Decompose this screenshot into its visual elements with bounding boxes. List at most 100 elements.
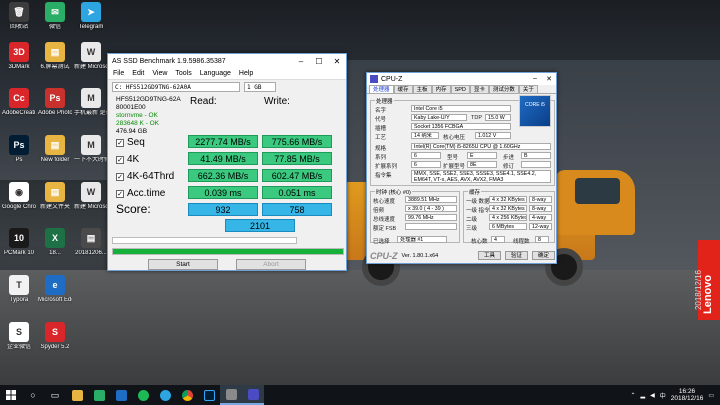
processor-select[interactable]: 处理器 #1	[397, 236, 447, 243]
desktop-icon[interactable]: M 手机最新 是否	[74, 88, 108, 117]
checkbox-4k[interactable]: ✓	[116, 155, 124, 164]
desktop-icon[interactable]: 10 PCMark 10	[2, 228, 36, 257]
desktop-icon[interactable]: S 企业微信	[2, 322, 36, 351]
input-method-icon[interactable]: 中	[660, 391, 666, 400]
windows-icon	[6, 390, 16, 400]
clock[interactable]: 16:26 2018/12/16	[671, 388, 704, 402]
menu-language[interactable]: Language	[200, 70, 231, 77]
label-threads: 线程数	[513, 239, 530, 245]
menu-edit[interactable]: Edit	[132, 70, 144, 77]
search-icon[interactable]: ○	[22, 385, 44, 405]
label-l3: 三级	[466, 226, 478, 232]
cpuz-footer: CPU-Z Ver. 1.80.1.x64 工具 验证 确定	[367, 247, 558, 264]
field-l2: 4 x 256 KBytes	[489, 214, 527, 221]
drive-select[interactable]: C: HFS512GD9TNG-62A0A	[112, 82, 240, 92]
tab-memory[interactable]: 内存	[431, 85, 451, 93]
tab-mainboard[interactable]: 主板	[412, 85, 432, 93]
start-button[interactable]: Start	[148, 259, 218, 270]
task-view-icon[interactable]: ▭	[44, 385, 66, 405]
label-socket: 插槽	[375, 126, 387, 132]
network-icon[interactable]: ▂	[641, 392, 646, 399]
taskbar-spotify[interactable]	[132, 385, 154, 405]
tab-processor[interactable]: 处理器	[369, 85, 394, 93]
taskbar-telegram[interactable]	[154, 385, 176, 405]
intel-core-i5-logo: CORE i5	[519, 95, 551, 127]
maximize-icon[interactable]: ☐	[310, 57, 328, 66]
status-bar	[112, 237, 297, 244]
taskbar-as-ssd[interactable]	[220, 385, 242, 405]
field-ext-model: 8E	[467, 161, 497, 168]
desktop-icon[interactable]: W 新建 Microsoft 2018...	[74, 182, 108, 211]
menu-file[interactable]: File	[113, 70, 124, 77]
menu-help[interactable]: Help	[239, 70, 253, 77]
app-icon: Ps	[45, 88, 65, 108]
desktop-icon[interactable]: S Spyder 5.2	[38, 322, 72, 351]
tab-about[interactable]: 关于	[518, 85, 538, 93]
validate-button[interactable]: 验证	[504, 251, 528, 260]
menu-tools[interactable]: Tools	[175, 70, 191, 77]
volume-icon[interactable]: ◀	[650, 392, 655, 399]
taskbar: ○ ▭ ⌃ ▂ ◀ 中 16:26 2018/12/16 ▭	[0, 385, 720, 405]
drive-firmware: 80001E00	[116, 104, 146, 111]
drive-driver: stornvme - OK	[116, 112, 158, 119]
tab-spd[interactable]: SPD	[450, 85, 470, 93]
abort-button[interactable]: Abort	[236, 259, 306, 270]
taskbar-photoshop[interactable]	[198, 385, 220, 405]
cpuz-window[interactable]: CPU-Z – ✕ 处理器 缓存 主板 内存 SPD 显卡 测试分数 关于 处理…	[366, 72, 557, 264]
wallpaper-ground	[0, 270, 720, 385]
ok-button[interactable]: 确定	[531, 251, 555, 260]
desktop-icon[interactable]: Ps Adobe Photosh...	[38, 88, 72, 117]
desktop-icon[interactable]: ✉ 微信	[38, 2, 72, 31]
notification-icon[interactable]: ▭	[708, 392, 714, 399]
desktop-icon-label: 手机最新 是否	[74, 110, 108, 116]
desktop-icon[interactable]: ▤ 新建文件夹	[38, 182, 72, 211]
minimize-icon[interactable]: –	[528, 75, 542, 83]
taskbar-chrome[interactable]	[176, 385, 198, 405]
as-ssd-titlebar[interactable]: AS SSD Benchmark 1.9.5986.35387 – ☐ ✕	[108, 54, 346, 68]
desktop-icon[interactable]: X 18...	[38, 228, 72, 257]
start-button[interactable]	[0, 385, 22, 405]
desktop-icon[interactable]: ➤ Telegram	[74, 2, 108, 31]
desktop-icon[interactable]: 3D 3DMark	[2, 42, 36, 71]
desktop-icon[interactable]: ▤ 6.屏幕测试	[38, 42, 72, 71]
menu-view[interactable]: View	[152, 70, 167, 77]
tab-cache[interactable]: 缓存	[393, 85, 413, 93]
desktop-icon[interactable]: e Microsoft Edge	[38, 275, 72, 304]
desktop-icon[interactable]: M 一下不大时修	[74, 135, 108, 164]
as-ssd-window[interactable]: AS SSD Benchmark 1.9.5986.35387 – ☐ ✕ Fi…	[107, 53, 347, 271]
label-core-speed: 核心速度	[373, 199, 396, 205]
checkbox-acc-time[interactable]: ✓	[116, 189, 124, 198]
taskbar-explorer[interactable]	[66, 385, 88, 405]
size-select[interactable]: 1 GB	[244, 82, 276, 92]
desktop-icon-label: 新建文件夹	[39, 204, 70, 210]
read-header: Read:	[190, 96, 217, 107]
desktop-icon[interactable]: ▤ 20181206...	[74, 228, 108, 257]
group-label: 处理器	[375, 97, 394, 105]
desktop-icon[interactable]: W 新建 Microsoft...	[74, 42, 108, 71]
desktop-icon[interactable]: Cc AdobeCreati...	[2, 88, 36, 117]
taskbar-wechat[interactable]	[88, 385, 110, 405]
taskbar-cpuz[interactable]	[242, 385, 264, 405]
taskbar-app[interactable]	[110, 385, 132, 405]
field-family: 6	[411, 152, 441, 159]
checkbox-4k-64thrd[interactable]: ✓	[116, 172, 124, 181]
cpuz-titlebar[interactable]: CPU-Z – ✕	[367, 73, 556, 85]
desktop-icon[interactable]: Ps Ps	[2, 135, 36, 164]
close-icon[interactable]: ✕	[542, 75, 556, 83]
desktop-icon[interactable]: T Typora	[2, 275, 36, 304]
tools-button[interactable]: 工具	[477, 251, 501, 260]
desktop-icon[interactable]: 🗑 回收站	[2, 2, 36, 31]
score-write: 758	[262, 203, 332, 216]
chevron-up-icon[interactable]: ⌃	[630, 392, 635, 399]
desktop-icon[interactable]: ◉ Google Chrome	[2, 182, 36, 211]
desktop-icon[interactable]: ▤ New folder	[38, 135, 72, 164]
label-l1i: 一级 指令	[466, 208, 490, 214]
checkbox-seq[interactable]: ✓	[116, 138, 124, 147]
score-read: 932	[188, 203, 258, 216]
progress-bar	[112, 248, 344, 255]
minimize-icon[interactable]: –	[292, 57, 310, 66]
desktop-icon-label: Spyder 5.2	[40, 344, 70, 350]
tab-bench[interactable]: 测试分数	[488, 85, 519, 93]
close-icon[interactable]: ✕	[328, 57, 346, 66]
tab-graphics[interactable]: 显卡	[469, 85, 489, 93]
